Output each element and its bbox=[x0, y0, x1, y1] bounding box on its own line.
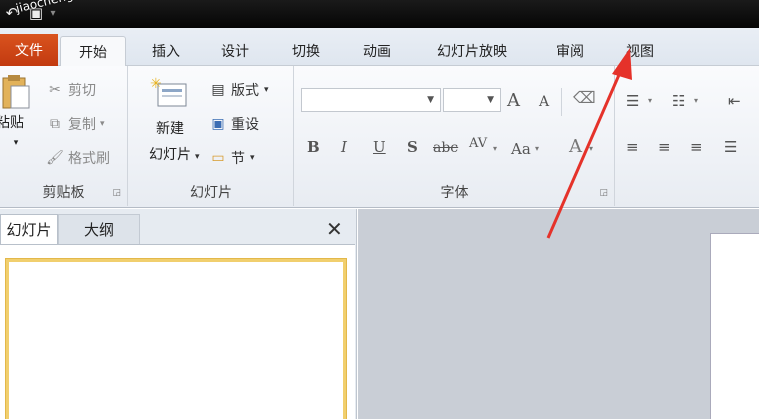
font-name-dropdown-icon[interactable]: ▼ bbox=[427, 95, 434, 105]
ribbon: 粘贴 ▾ ✂ 剪切 ⧉ 复制 ▾ 🖌 格式刷 剪贴板 ◲ ✳ 新建 幻灯片 ▾ … bbox=[0, 66, 759, 208]
slide-canvas[interactable] bbox=[710, 233, 759, 419]
align-right-icon[interactable]: ≡ bbox=[690, 138, 703, 156]
cut-button[interactable]: ✂ 剪切 bbox=[46, 80, 96, 100]
underline-button[interactable]: U bbox=[373, 138, 386, 156]
decrease-indent-icon[interactable]: ⇤ bbox=[728, 92, 741, 110]
font-launcher-icon[interactable]: ◲ bbox=[599, 188, 608, 198]
spacing-dropdown-icon[interactable]: ▾ bbox=[493, 144, 497, 153]
justify-icon[interactable]: ☰ bbox=[724, 138, 737, 156]
slide-editor bbox=[358, 209, 759, 419]
layout-button[interactable]: ▤ 版式 ▾ bbox=[209, 80, 269, 100]
change-case-button[interactable]: Aa bbox=[511, 140, 531, 158]
font-size-dropdown-icon[interactable]: ▼ bbox=[487, 95, 494, 105]
format-painter-label: 格式刷 bbox=[68, 151, 110, 167]
paste-button[interactable]: 粘贴 ▾ bbox=[0, 72, 32, 148]
clear-formatting-icon[interactable]: ⌫ bbox=[573, 88, 596, 107]
tab-transitions[interactable]: 切换 bbox=[276, 36, 336, 66]
ribbon-tab-row: 文件 开始 插入 设计 切换 动画 幻灯片放映 审阅 视图 bbox=[0, 28, 759, 67]
tab-review[interactable]: 审阅 bbox=[538, 36, 602, 66]
new-slide-dropdown-icon[interactable]: ▾ bbox=[195, 152, 200, 162]
layout-dropdown-icon: ▾ bbox=[264, 85, 269, 95]
bullets-dropdown-icon[interactable]: ▾ bbox=[648, 96, 652, 105]
cut-label: 剪切 bbox=[68, 83, 96, 99]
tab-file[interactable]: 文件 bbox=[0, 34, 58, 66]
new-slide-button[interactable]: ✳ 新建 幻灯片 bbox=[137, 76, 203, 164]
tab-slideshow[interactable]: 幻灯片放映 bbox=[420, 36, 524, 66]
font-size-combo[interactable]: ▼ bbox=[443, 88, 501, 112]
group-font: ▼ ▼ A A ⌫ B I U S abc AV ▾ Aa ▾ A ▾ 字体 ◲ bbox=[295, 66, 615, 206]
align-center-icon[interactable]: ≡ bbox=[658, 138, 671, 156]
section-label: 节 bbox=[231, 151, 245, 167]
paste-label: 粘贴 bbox=[0, 115, 24, 131]
title-bar: ↶ ▣ ▾ jiaochengzhijia.com 教 bbox=[0, 0, 759, 28]
tab-animations[interactable]: 动画 bbox=[347, 36, 407, 66]
close-panel-icon[interactable]: ✕ bbox=[326, 217, 343, 241]
font-color-dropdown-icon[interactable]: ▾ bbox=[589, 144, 593, 153]
section-icon: ▭ bbox=[211, 150, 225, 166]
bold-button[interactable]: B bbox=[307, 138, 320, 156]
italic-button[interactable]: I bbox=[341, 138, 347, 156]
new-slide-icon: ✳ bbox=[150, 76, 187, 107]
copy-button[interactable]: ⧉ 复制 ▾ bbox=[46, 114, 105, 134]
section-dropdown-icon: ▾ bbox=[250, 153, 255, 163]
paste-dropdown-icon[interactable]: ▾ bbox=[14, 138, 19, 148]
tab-outline-pane[interactable]: 大纲 bbox=[58, 214, 140, 244]
scissors-icon: ✂ bbox=[49, 82, 61, 98]
change-case-dropdown-icon[interactable]: ▾ bbox=[535, 144, 539, 153]
grow-font-button[interactable]: A bbox=[507, 90, 520, 111]
slides-outline-panel: 幻灯片 大纲 ✕ bbox=[0, 209, 357, 419]
clipboard-launcher-icon[interactable]: ◲ bbox=[112, 188, 121, 198]
group-label-slides: 幻灯片 bbox=[190, 185, 232, 201]
copy-label: 复制 bbox=[68, 117, 96, 133]
layout-icon: ▤ bbox=[211, 82, 225, 98]
qat-customize-icon[interactable]: ▾ bbox=[48, 8, 58, 19]
brush-icon: 🖌 bbox=[46, 150, 64, 166]
tab-view[interactable]: 视图 bbox=[610, 36, 670, 66]
group-clipboard: 粘贴 ▾ ✂ 剪切 ⧉ 复制 ▾ 🖌 格式刷 剪贴板 ◲ bbox=[0, 66, 128, 206]
copy-icon: ⧉ bbox=[50, 116, 60, 132]
group-slides: ✳ 新建 幻灯片 ▾ ▤ 版式 ▾ ▣ 重设 ▭ 节 ▾ 幻灯片 bbox=[129, 66, 294, 206]
reset-icon: ▣ bbox=[211, 116, 225, 132]
group-label-font: 字体 bbox=[440, 185, 469, 201]
new-slide-label-2: 幻灯片 bbox=[149, 147, 191, 163]
svg-text:✳: ✳ bbox=[150, 76, 162, 92]
group-label-clipboard: 剪贴板 bbox=[42, 185, 85, 201]
reset-button[interactable]: ▣ 重设 bbox=[209, 114, 259, 134]
strikethrough-button[interactable]: abc bbox=[433, 140, 458, 156]
character-spacing-button[interactable]: AV bbox=[469, 136, 487, 151]
slide-thumbnail-list[interactable] bbox=[0, 244, 355, 419]
shrink-font-button[interactable]: A bbox=[539, 94, 549, 110]
text-shadow-button[interactable]: S bbox=[407, 138, 418, 156]
new-slide-label-1: 新建 bbox=[156, 121, 184, 137]
tab-slides-pane[interactable]: 幻灯片 bbox=[0, 214, 58, 244]
paste-icon bbox=[2, 75, 30, 109]
section-button[interactable]: ▭ 节 ▾ bbox=[209, 148, 255, 168]
slide-thumbnail[interactable] bbox=[6, 259, 346, 419]
bullets-icon[interactable]: ☰ bbox=[626, 92, 639, 110]
numbering-icon[interactable]: ☷ bbox=[672, 92, 685, 110]
tab-design[interactable]: 设计 bbox=[205, 36, 265, 66]
font-color-button[interactable]: A bbox=[569, 136, 582, 157]
reset-label: 重设 bbox=[231, 117, 259, 133]
group-paragraph: ☰ ▾ ☷ ▾ ⇤ ≡ ≡ ≡ ☰ bbox=[616, 66, 759, 206]
align-left-icon[interactable]: ≡ bbox=[626, 138, 639, 156]
font-name-combo[interactable]: ▼ bbox=[301, 88, 441, 112]
font-divider bbox=[561, 88, 562, 116]
tab-home[interactable]: 开始 bbox=[60, 36, 126, 67]
layout-label: 版式 bbox=[231, 83, 259, 99]
numbering-dropdown-icon[interactable]: ▾ bbox=[694, 96, 698, 105]
format-painter-button[interactable]: 🖌 格式刷 bbox=[46, 148, 110, 168]
copy-dropdown-icon: ▾ bbox=[100, 119, 105, 129]
tab-insert[interactable]: 插入 bbox=[136, 36, 196, 66]
